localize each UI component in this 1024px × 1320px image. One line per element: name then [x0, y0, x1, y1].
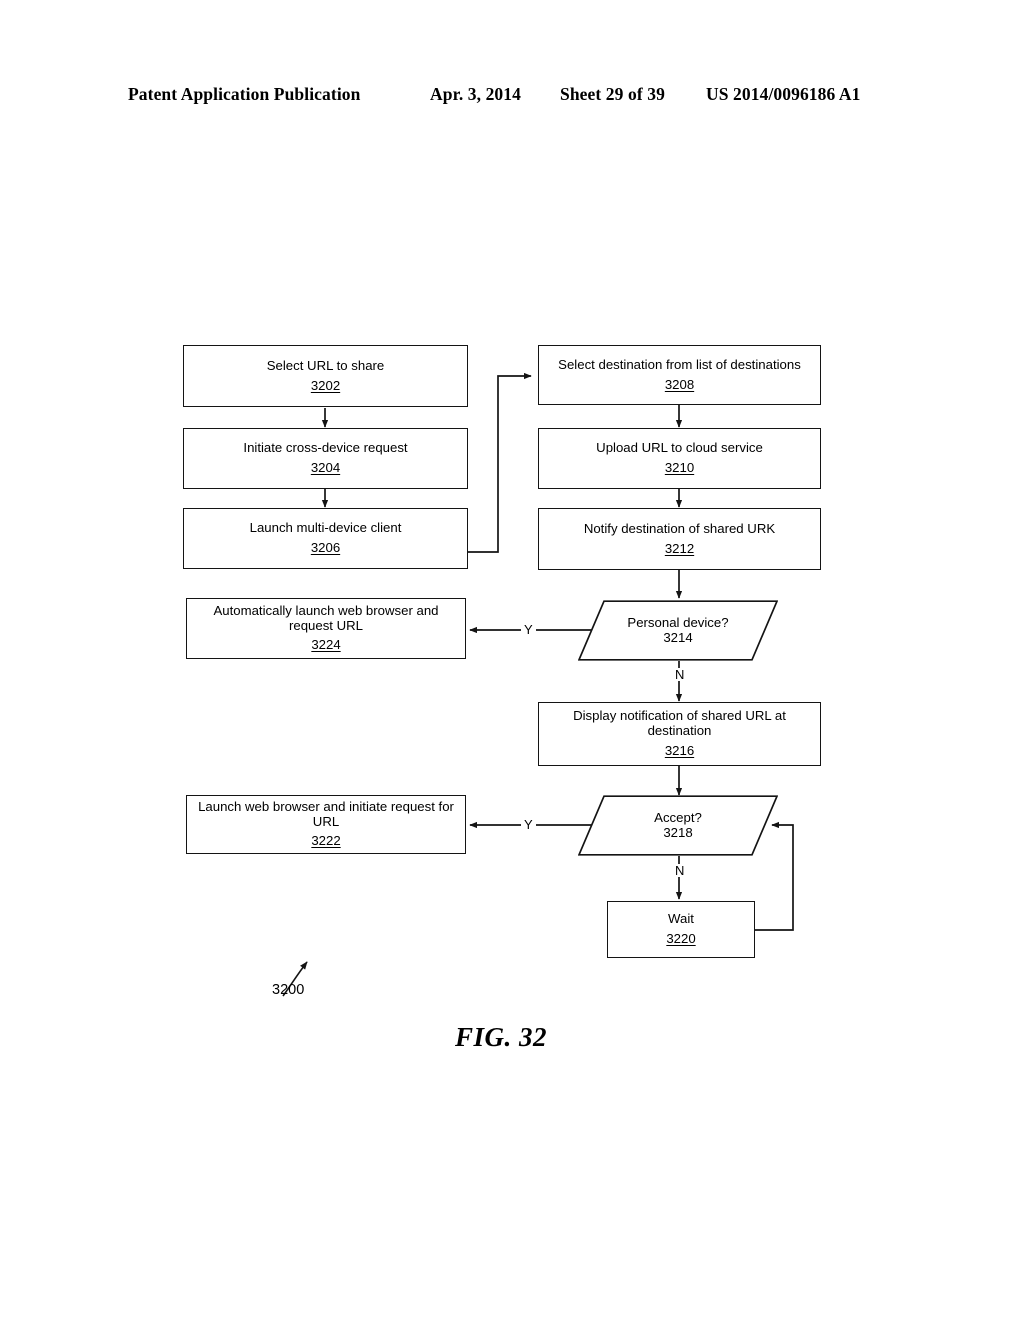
flow-node-3216[interactable]: Display notification of shared URL at de… — [538, 702, 821, 766]
edge-label-personal-device-yes: Y — [521, 623, 536, 636]
flow-node-3218-label: Accept? — [654, 809, 702, 825]
flow-node-3222[interactable]: Launch web browser and initiate request … — [186, 795, 466, 854]
flow-node-3208-label: Select destination from list of destinat… — [558, 356, 801, 372]
flow-node-3204[interactable]: Initiate cross-device request 3204 — [183, 428, 468, 489]
flow-node-3208[interactable]: Select destination from list of destinat… — [538, 345, 821, 405]
flow-node-3220-ref: 3220 — [666, 931, 696, 946]
flow-node-3218[interactable]: Accept? 3218 — [578, 795, 778, 856]
flow-node-3214-ref: 3214 — [663, 629, 693, 645]
flow-node-3216-label: Display notification of shared URL at de… — [573, 708, 786, 739]
flow-node-3204-label: Initiate cross-device request — [243, 440, 408, 456]
flow-node-3220[interactable]: Wait 3220 — [607, 901, 755, 958]
figure-caption: FIG. 32 — [455, 1022, 548, 1052]
flow-node-3220-label: Wait — [668, 911, 694, 927]
flow-node-3202[interactable]: Select URL to share 3202 — [183, 345, 468, 407]
edge-label-accept-no: N — [672, 864, 688, 877]
flow-node-3212-ref: 3212 — [664, 540, 695, 556]
flow-node-3218-text: Accept? 3218 — [578, 795, 778, 856]
figure-32-flowchart: Select URL to share 3202 Initiate cross-… — [0, 0, 1024, 1320]
flow-node-3214[interactable]: Personal device? 3214 — [578, 600, 778, 661]
flow-node-3202-ref: 3202 — [310, 377, 341, 393]
flow-node-3222-label: Launch web browser and initiate request … — [198, 798, 454, 829]
flow-node-3214-label: Personal device? — [627, 614, 729, 630]
flow-node-3212[interactable]: Notify destination of shared URK 3212 — [538, 508, 821, 570]
flow-node-3214-text: Personal device? 3214 — [578, 600, 778, 661]
flow-node-3206-ref: 3206 — [310, 540, 341, 555]
edge-label-personal-device-no: N — [672, 668, 688, 681]
flow-node-3206[interactable]: Launch multi-device client 3206 — [183, 508, 468, 569]
flow-node-3212-label: Notify destination of shared URK — [583, 520, 776, 536]
flow-node-3210-ref: 3210 — [664, 460, 695, 475]
flow-node-3210-label: Upload URL to cloud service — [596, 440, 763, 456]
flow-node-3224-label: Automatically launch web browser and req… — [213, 602, 439, 633]
flow-node-3224[interactable]: Automatically launch web browser and req… — [186, 598, 466, 659]
flow-node-3210[interactable]: Upload URL to cloud service 3210 — [538, 428, 821, 489]
flow-node-3202-label: Select URL to share — [266, 357, 385, 373]
flow-node-3216-ref: 3216 — [664, 742, 695, 758]
flow-node-3208-ref: 3208 — [664, 376, 695, 392]
edge-label-accept-yes: Y — [521, 818, 536, 831]
flow-node-3224-ref: 3224 — [311, 637, 341, 653]
flow-node-3218-ref: 3218 — [663, 824, 693, 840]
flow-node-3206-label: Launch multi-device client — [249, 520, 402, 536]
figure-lead-reference: 3200 — [272, 982, 305, 998]
flow-node-3222-ref: 3222 — [311, 833, 341, 849]
flow-connectors — [282, 372, 794, 997]
flow-node-3204-ref: 3204 — [310, 460, 341, 475]
